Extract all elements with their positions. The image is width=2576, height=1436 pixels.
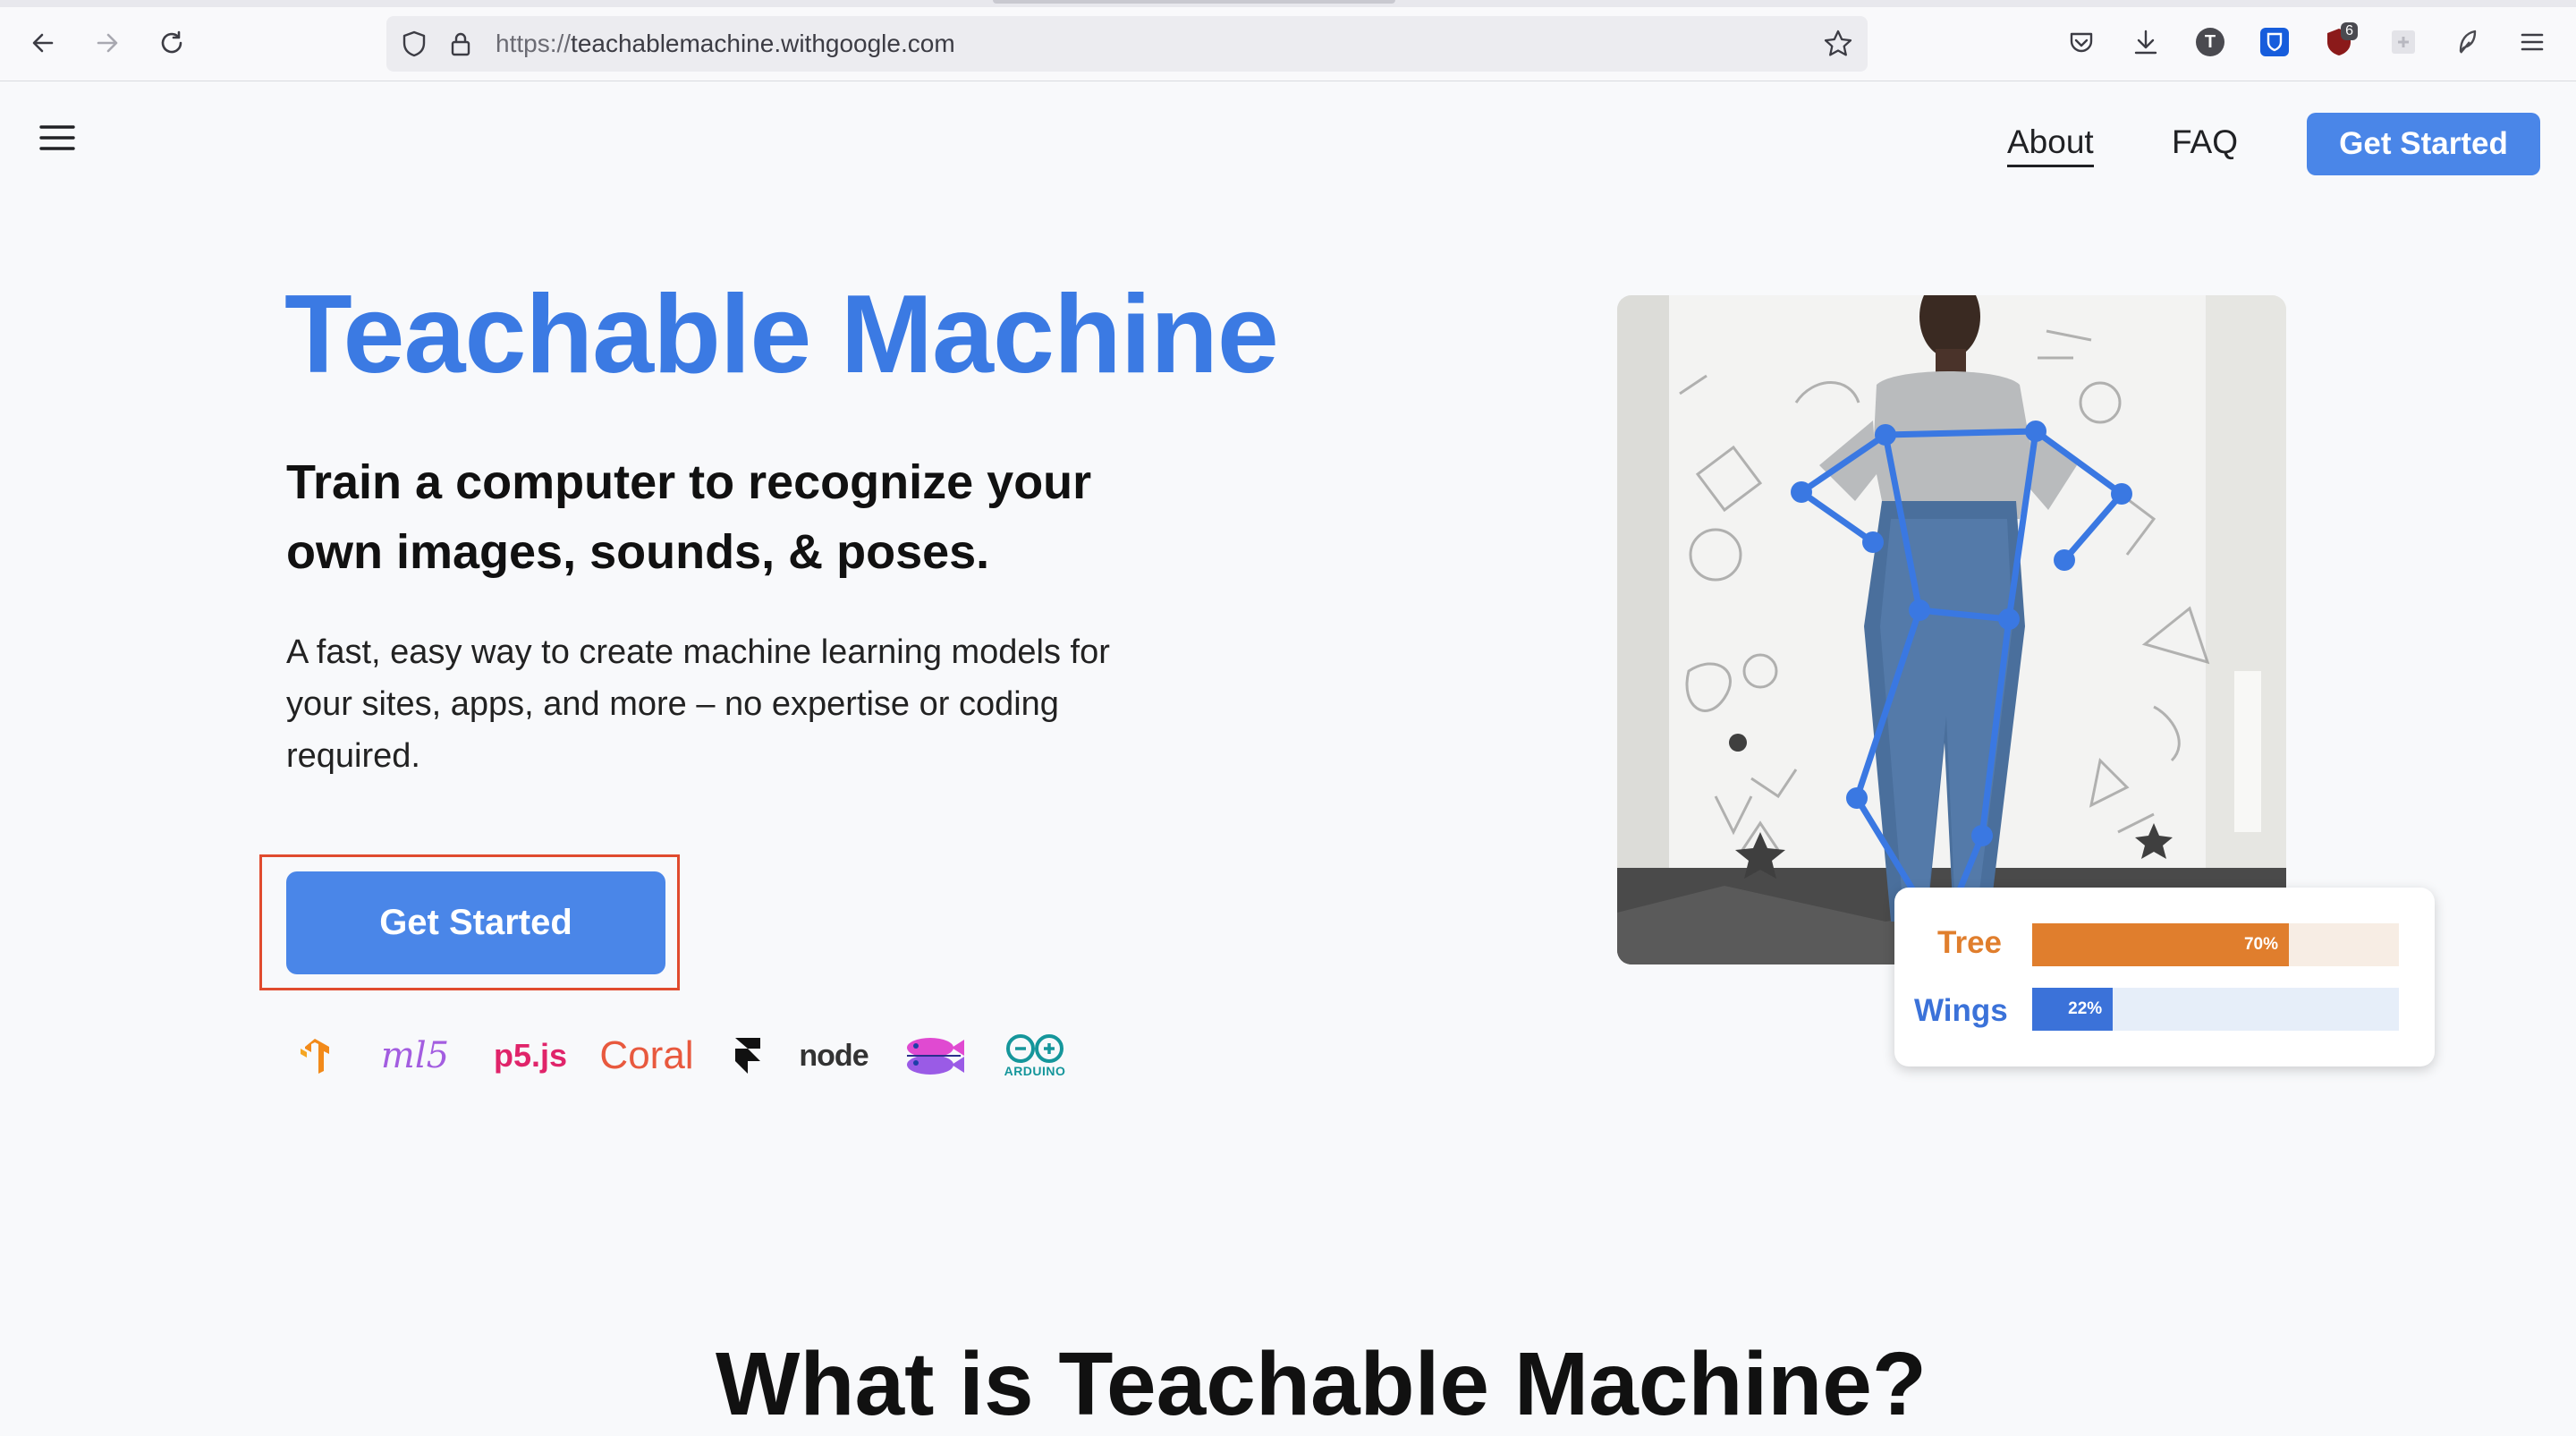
hero-title: Teachable Machine (284, 273, 1279, 396)
prediction-value-tree: 70% (2243, 935, 2278, 954)
url-host: teachablemachine.withgoogle.com (571, 30, 955, 57)
coral-logo[interactable]: Coral (597, 1029, 696, 1083)
address-bar[interactable]: https://teachablemachine.withgoogle.com (386, 16, 1868, 72)
forward-icon[interactable] (88, 23, 127, 63)
prediction-bar-wings: 22% (2032, 988, 2114, 1031)
tensorflow-logo[interactable] (295, 1029, 335, 1083)
extension-badge: 6 (2341, 22, 2358, 40)
download-icon[interactable] (2125, 21, 2166, 63)
prediction-label-tree: Tree (1937, 925, 2002, 960)
p5js-logo[interactable]: p5.js (494, 1029, 567, 1083)
prediction-label-wings: Wings (1914, 993, 2008, 1028)
ml5-logo-text: ml5 (380, 1035, 450, 1076)
arduino-logo-text: ARDUINO (1004, 1064, 1066, 1078)
ml5-logo[interactable]: ml5 (374, 1029, 456, 1083)
reload-icon[interactable] (152, 23, 191, 63)
pose-demo-image (1617, 295, 2286, 964)
profile-avatar[interactable]: T (2190, 21, 2231, 63)
feather-extension-icon[interactable] (2447, 21, 2488, 63)
coral-logo-text: Coral (599, 1033, 694, 1077)
p5js-logo-text: p5.js (493, 1037, 568, 1074)
framer-logo[interactable] (730, 1029, 766, 1083)
prediction-track-tree: 70% (2032, 923, 2399, 966)
nav-about-link[interactable]: About (2007, 123, 2094, 167)
section-heading: What is Teachable Machine? (716, 1334, 1928, 1434)
hamburger-menu-icon[interactable] (39, 123, 75, 152)
bitwarden-icon[interactable] (2254, 21, 2295, 63)
arduino-logo[interactable]: ARDUINO (998, 1029, 1072, 1083)
browser-toolbar: https://teachablemachine.withgoogle.com … (0, 0, 2576, 81)
profile-letter: T (2196, 28, 2224, 56)
nav-faq-link[interactable]: FAQ (2172, 123, 2238, 161)
prediction-value-wings: 22% (2068, 999, 2103, 1018)
prediction-card: Tree 70% Wings 22% (1894, 888, 2435, 1066)
hero-description: A fast, easy way to create machine learn… (286, 633, 1110, 775)
bookmark-star-icon[interactable] (1821, 27, 1855, 61)
pocket-icon[interactable] (2061, 21, 2102, 63)
shield-icon[interactable] (399, 29, 429, 59)
extension-grid-icon[interactable] (2383, 21, 2424, 63)
browser-menu-icon[interactable] (2512, 21, 2553, 63)
lock-icon[interactable] (445, 29, 476, 59)
back-icon[interactable] (23, 23, 63, 63)
header-get-started-button[interactable]: Get Started (2307, 113, 2540, 175)
prediction-bar-tree: 70% (2032, 923, 2289, 966)
active-tab-indicator[interactable] (993, 0, 1395, 4)
glitch-fish-logo[interactable] (900, 1029, 968, 1083)
get-started-button[interactable]: Get Started (286, 871, 665, 974)
ublock-extension-icon[interactable]: 6 (2318, 21, 2360, 63)
tab-strip (0, 0, 2576, 7)
hero-subtitle: Train a computer to recognize your own i… (286, 455, 1092, 579)
node-logo-text: node (799, 1038, 869, 1073)
prediction-track-wings: 22% (2032, 988, 2399, 1031)
url-scheme: https:// (496, 30, 572, 57)
node-logo[interactable]: node (792, 1029, 875, 1083)
url-text[interactable]: https://teachablemachine.withgoogle.com (496, 30, 955, 58)
